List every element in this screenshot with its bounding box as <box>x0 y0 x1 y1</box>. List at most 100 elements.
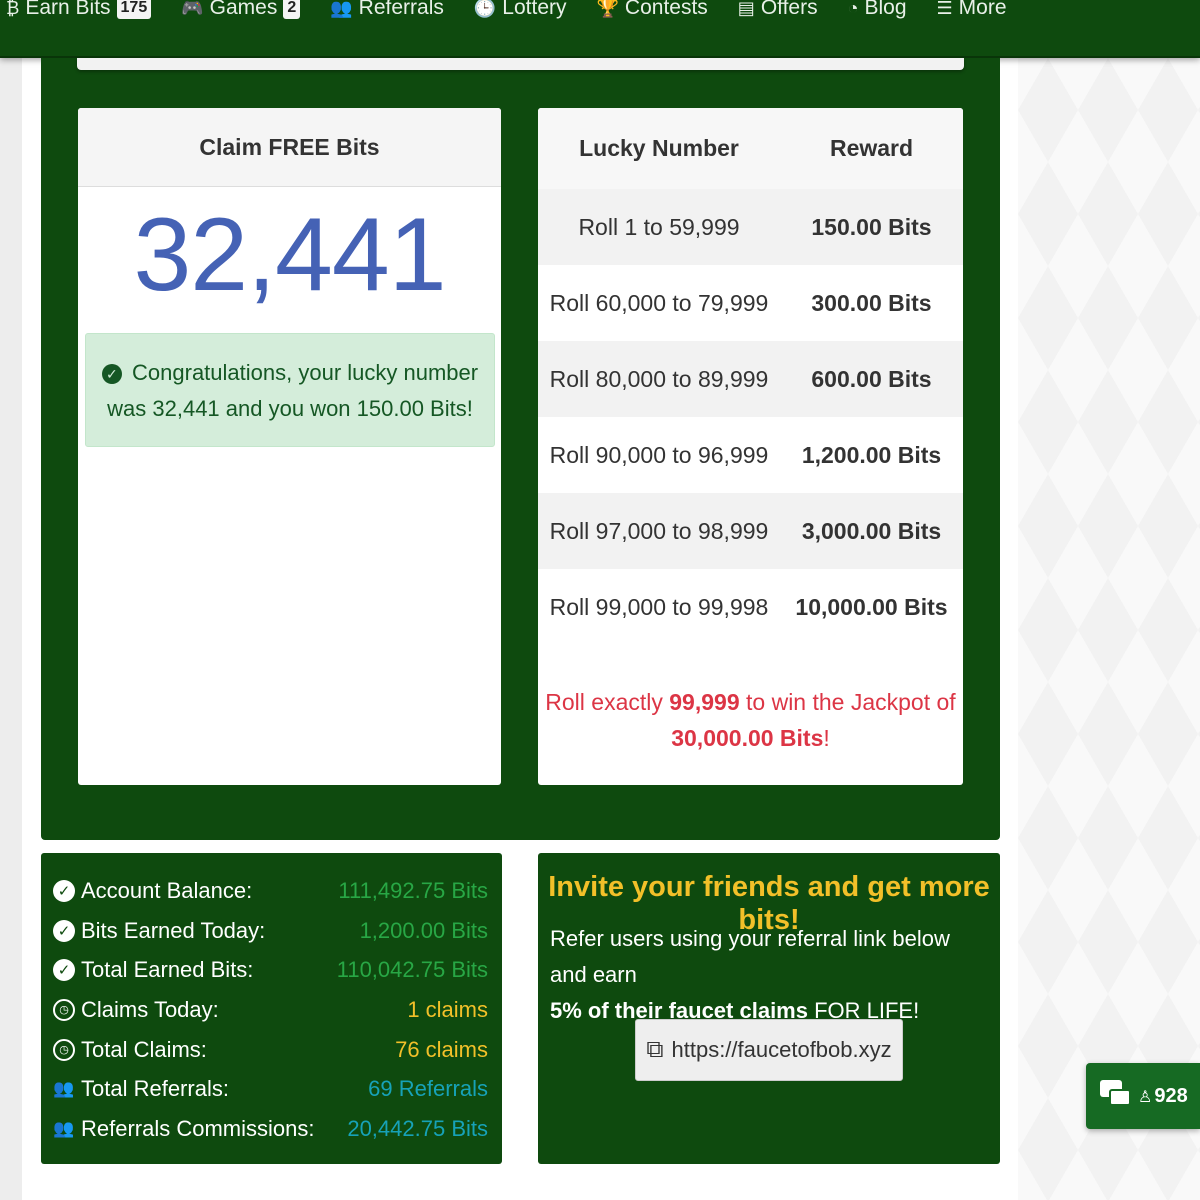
stat-value: 110,042.75 Bits <box>336 957 488 983</box>
external-link-icon: ⧉ <box>646 1036 664 1063</box>
nav-item-label: Lottery <box>502 0 567 19</box>
check-circle-icon: ✓ <box>53 959 75 982</box>
check-circle-icon: ✓ <box>53 879 75 902</box>
main-navbar: ₿ Earn Bits 175 🎮 Games 2 👥 Referrals 🕒 Lottery 🏆 C… <box>0 0 1200 58</box>
users-icon: 👥 <box>53 1118 75 1138</box>
nav-item-label: Earn Bits <box>25 0 111 19</box>
stat-row: ✓ Total Earned Bits: 110,042.75 Bits <box>53 950 488 990</box>
invite-text-line1: Refer users using your referral link bel… <box>550 926 950 987</box>
reward-row: Roll 90,000 to 96,999 1,200.00 Bits <box>538 417 963 493</box>
nav-item-label: Offers <box>760 0 818 19</box>
page-background-right <box>1018 58 1200 1200</box>
chat-button[interactable]: ♙ 928 <box>1086 1063 1200 1129</box>
invite-text: Refer users using your referral link bel… <box>550 921 990 1029</box>
reward-row: Roll 1 to 59,999 150.00 Bits <box>538 189 963 265</box>
roll-reward: 3,000.00 Bits <box>801 517 942 544</box>
stat-label: ✓ Account Balance: <box>53 878 252 904</box>
users-icon: 👥 <box>53 1079 75 1099</box>
chat-online-number: 928 <box>1154 1084 1188 1107</box>
gamepad-icon: 🎮 <box>181 0 204 18</box>
clock-icon: 🕒 <box>473 0 497 18</box>
jackpot-suffix: ! <box>823 725 830 751</box>
clock-icon: ◷ <box>53 998 75 1021</box>
roll-range: Roll 97,000 to 98,999 <box>549 517 769 544</box>
nav-item-label: Contests <box>624 0 708 19</box>
stat-label: ✓ Total Earned Bits: <box>53 957 253 983</box>
jackpot-number: 99,999 <box>669 689 740 715</box>
nav-item-games[interactable]: 🎮 Games 2 <box>181 0 301 19</box>
nav-count-badge: 175 <box>116 0 152 19</box>
roll-range: Roll 80,000 to 89,999 <box>549 365 769 392</box>
success-message-line2: was 32,441 and you won 150.00 Bits! <box>107 396 473 421</box>
referral-link-text: https://faucetofbob.xyz <box>671 1037 892 1062</box>
stat-label-text: Total Referrals: <box>81 1076 229 1102</box>
nav-item-lottery[interactable]: 🕒 Lottery <box>473 0 567 19</box>
referral-link-button[interactable]: ⧉ https://faucetofbob.xyz <box>635 1019 903 1081</box>
nav-item-earn-bits[interactable]: ₿ Earn Bits 175 <box>6 0 152 19</box>
nav-item-label: Referrals <box>358 0 444 19</box>
roll-range: Roll 60,000 to 79,999 <box>549 289 769 316</box>
nav-item-offers[interactable]: ▤ Offers <box>738 0 818 19</box>
stat-value: 69 Referrals <box>368 1076 488 1102</box>
reward-row: Roll 60,000 to 79,999 300.00 Bits <box>538 265 963 341</box>
trophy-icon: 🏆 <box>596 0 619 18</box>
success-message-line1: Congratulations, your lucky number <box>132 360 479 385</box>
roll-reward: 150.00 Bits <box>811 213 932 240</box>
stat-value: 76 claims <box>395 1036 488 1062</box>
header-lucky-number: Lucky Number <box>579 135 739 161</box>
jackpot-amount: 30,000.00 Bits <box>671 725 824 751</box>
user-icon: ♙ <box>1138 1088 1153 1106</box>
stat-label: 👥 Referrals Commissions: <box>53 1115 315 1142</box>
nav-item-blog[interactable]: ◔ Blog <box>847 0 907 19</box>
stat-value: 1 claims <box>407 996 488 1022</box>
stat-row: ◷ Total Claims: 76 claims <box>53 1030 488 1070</box>
stat-row: ✓ Account Balance: 111,492.75 Bits <box>53 871 488 911</box>
bitcoin-icon: ₿ <box>6 0 20 18</box>
account-stats-panel: ✓ Account Balance: 111,492.75 Bits ✓ Bits Ea… <box>41 853 502 1164</box>
menu-icon: ☰ <box>936 0 953 18</box>
roll-reward: 10,000.00 Bits <box>795 593 948 620</box>
lucky-number: 32,441 <box>133 197 446 313</box>
stat-row: 👥 Referrals Commissions: 20,442.75 Bits <box>53 1109 488 1149</box>
stat-label-text: Total Claims: <box>81 1036 207 1062</box>
chat-online-count: ♙ 928 <box>1138 1085 1188 1108</box>
stat-value: 20,442.75 Bits <box>347 1115 488 1141</box>
stat-value: 111,492.75 Bits <box>338 877 488 903</box>
reward-table: Lucky Number Reward Roll 1 to 59,999 150.… <box>538 108 963 785</box>
nav-item-contests[interactable]: 🏆 Contests <box>596 0 708 19</box>
nav-item-label: Games <box>209 0 278 19</box>
stat-label-text: Referrals Commissions: <box>81 1115 315 1141</box>
roll-range: Roll 99,000 to 99,998 <box>549 593 769 620</box>
nav-item-more[interactable]: ☰ More <box>936 0 1007 19</box>
stat-value: 1,200.00 Bits <box>359 917 488 943</box>
jackpot-note: Roll exactly 99,999 to win the Jackpot o… <box>538 684 963 756</box>
success-alert: ✓ Congratulations, your lucky number was… <box>85 333 495 447</box>
jackpot-prefix: Roll exactly <box>545 689 670 715</box>
stat-row: ◷ Claims Today: 1 claims <box>53 990 488 1030</box>
jackpot-middle: to win the Jackpot of <box>739 689 956 715</box>
reward-row: Roll 80,000 to 89,999 600.00 Bits <box>538 341 963 417</box>
reward-row: Roll 99,000 to 99,998 10,000.00 Bits <box>538 569 963 645</box>
stat-row: 👥 Total Referrals: 69 Referrals <box>53 1069 488 1109</box>
stat-label: 👥 Total Referrals: <box>53 1076 229 1102</box>
invite-panel: Invite your friends and get more bits! R… <box>538 853 1000 1164</box>
roll-reward: 300.00 Bits <box>811 289 932 316</box>
page-background-left <box>0 58 22 1200</box>
stat-label-text: Account Balance: <box>81 877 253 903</box>
rss-icon: ◔ <box>847 0 859 18</box>
nav-count-badge: 2 <box>283 0 301 19</box>
stat-label: ◷ Total Claims: <box>53 1037 207 1063</box>
nav-item-label: Blog <box>864 0 907 19</box>
stat-label-text: Total Earned Bits: <box>81 957 254 983</box>
header-reward: Reward <box>829 135 914 161</box>
reward-row: Roll 97,000 to 98,999 3,000.00 Bits <box>538 493 963 569</box>
nav-item-referrals[interactable]: 👥 Referrals <box>330 0 444 19</box>
roll-range: Roll 90,000 to 96,999 <box>549 441 769 468</box>
claim-card-title: Claim FREE Bits <box>78 108 501 187</box>
check-circle-icon: ✓ <box>53 919 75 942</box>
claim-card: Claim FREE Bits 32,441 ✓ Congratulations… <box>78 108 501 785</box>
stat-row: ✓ Bits Earned Today: 1,200.00 Bits <box>53 911 488 951</box>
reward-table-header: Lucky Number Reward <box>538 108 963 189</box>
check-circle-icon: ✓ <box>101 364 122 384</box>
users-icon: 👥 <box>330 0 353 18</box>
